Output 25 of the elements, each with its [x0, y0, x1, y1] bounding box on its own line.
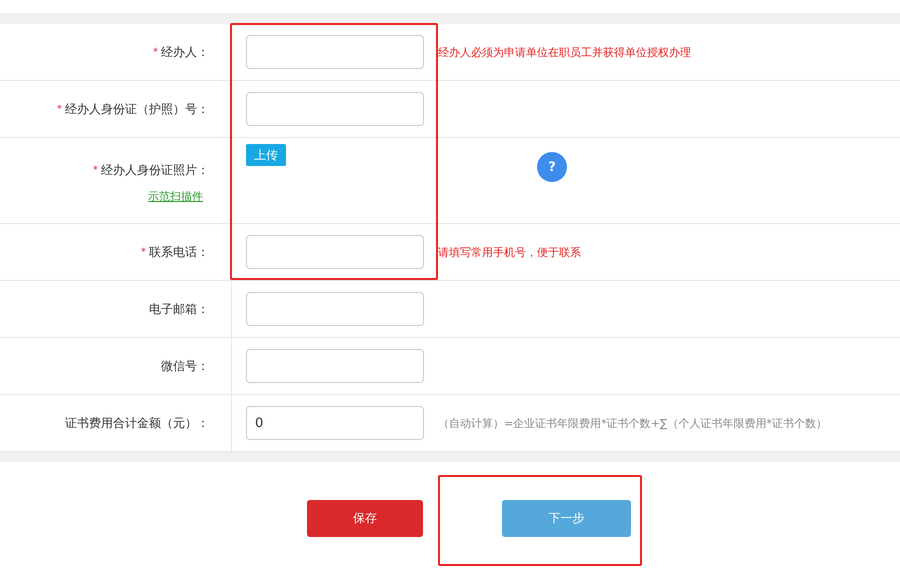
field-label: 联系电话： — [149, 244, 209, 260]
input-field[interactable]: 0 — [246, 406, 424, 440]
input-field[interactable] — [246, 349, 424, 383]
field-label: 经办人： — [161, 44, 209, 60]
upload-button[interactable]: 上传 — [246, 144, 286, 166]
hint-text: 经办人必须为申请单位在职员工并获得单位授权办理 — [438, 44, 691, 60]
sample-link[interactable]: 示范扫描件 — [148, 189, 203, 204]
required-mark: * — [141, 246, 146, 258]
input-field[interactable] — [246, 35, 424, 69]
input-field[interactable] — [246, 235, 424, 269]
field-label: 经办人身份证（护照）号： — [65, 100, 209, 118]
required-mark: * — [93, 165, 98, 176]
field-label: 证书费用合计金额（元）： — [65, 414, 209, 432]
next-button[interactable]: 下一步 — [502, 500, 631, 537]
required-mark: * — [57, 104, 62, 114]
input-field[interactable] — [246, 292, 424, 326]
hint-text: （自动计算）=企业证书年限费用*证书个数+∑（个人证书年限费用*证书个数） — [438, 416, 827, 430]
input-field[interactable] — [246, 92, 424, 126]
save-button[interactable]: 保存 — [307, 500, 423, 537]
hint-text: 请填写常用手机号，便于联系 — [438, 244, 581, 260]
help-icon[interactable]: ? — [537, 152, 567, 182]
field-label: 经办人身份证照片： — [101, 162, 209, 179]
required-mark: * — [153, 46, 158, 58]
field-label: 微信号： — [161, 358, 209, 374]
field-label: 电子邮箱： — [149, 300, 209, 318]
